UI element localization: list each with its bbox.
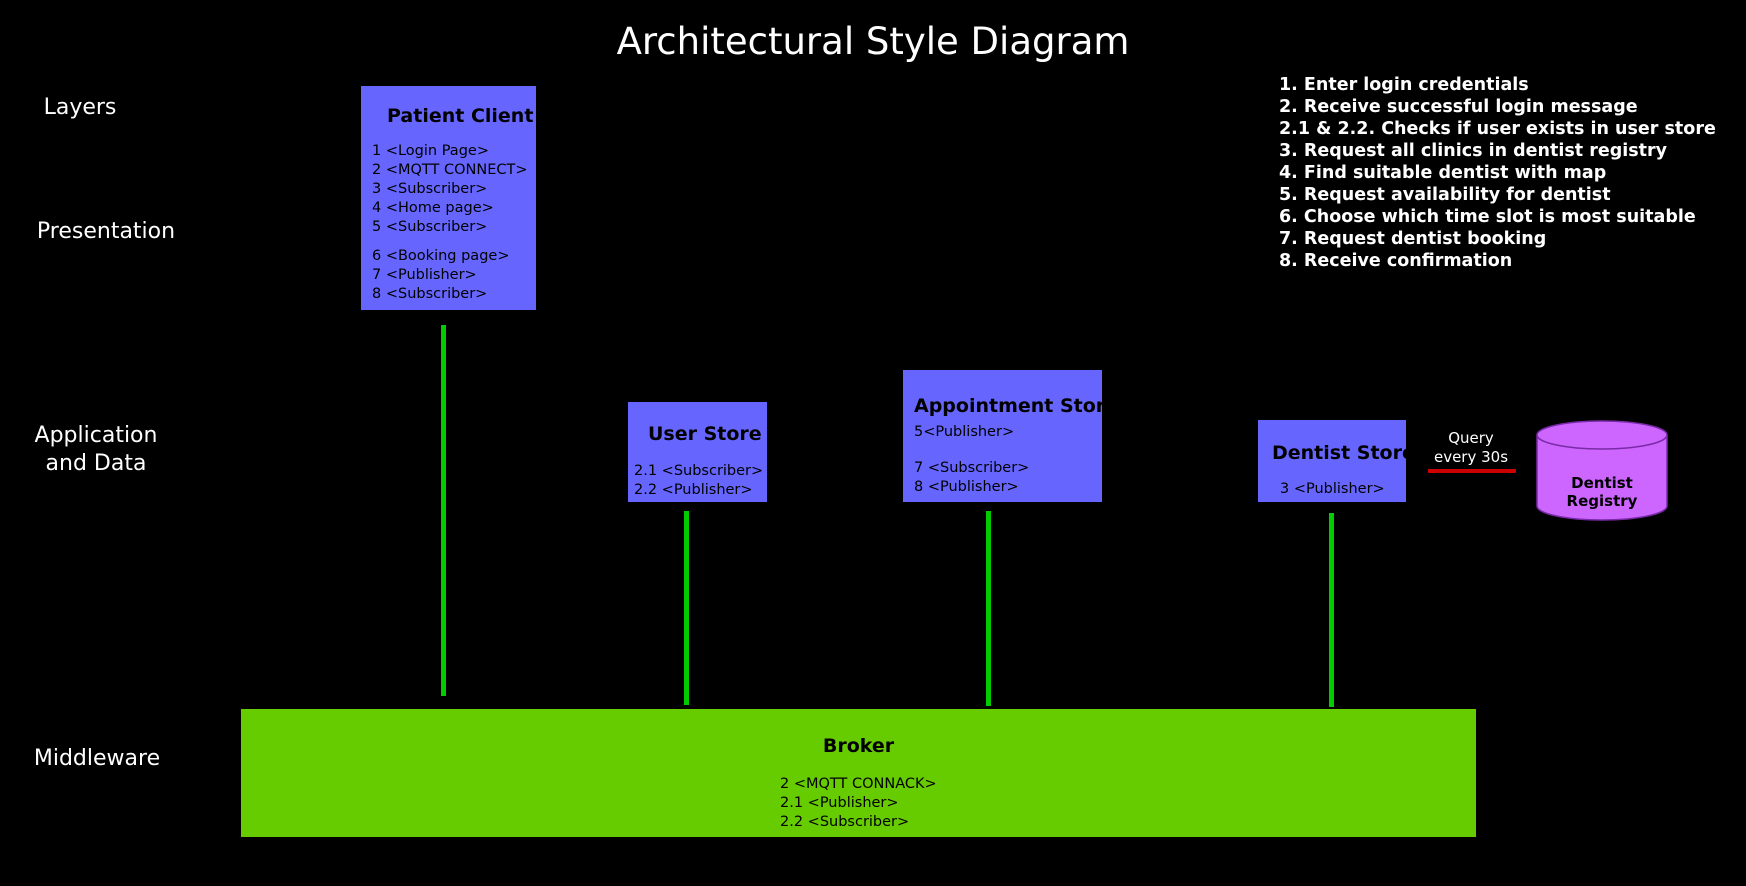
layer-presentation-label: Presentation	[36, 219, 176, 244]
query-label: Query every 30s	[1426, 429, 1516, 467]
layer-application-line1: Application	[34, 423, 158, 448]
step-item: 1. Enter login credentials	[1279, 75, 1529, 95]
dentist-store-title: Dentist Store	[1272, 442, 1415, 464]
dentist-store-node: Dentist Store 3 <Publisher>	[1258, 420, 1415, 502]
dentist-registry-label: Dentist Registry	[1566, 474, 1638, 510]
step-item: 2. Receive successful login message	[1279, 97, 1638, 117]
node-line: 2 <MQTT CONNACK>	[780, 776, 937, 792]
node-line: 3 <Publisher>	[1280, 481, 1385, 497]
step-item: 8. Receive confirmation	[1279, 251, 1513, 271]
node-line: 5<Publisher>	[914, 424, 1015, 440]
node-line: 2.1 <Subscriber>	[634, 463, 764, 479]
step-item: 5. Request availability for dentist	[1279, 185, 1611, 205]
appointment-store-node: Appointment Store 5<Publisher> 7 <Subscr…	[903, 370, 1118, 502]
broker-title: Broker	[822, 735, 895, 757]
node-line: 4 <Home page>	[372, 200, 494, 216]
appointment-store-title: Appointment Store	[914, 395, 1119, 417]
step-item: 6. Choose which time slot is most suitab…	[1279, 207, 1696, 227]
node-line: 2.1 <Publisher>	[780, 795, 899, 811]
diagram-title: Architectural Style Diagram	[616, 20, 1130, 63]
step-item: 4. Find suitable dentist with map	[1279, 163, 1607, 183]
user-store-title: User Store	[648, 423, 762, 445]
node-line: 8 <Publisher>	[914, 479, 1019, 495]
layer-application-label: Application and Data	[22, 422, 170, 478]
node-line: 7 <Subscriber>	[914, 460, 1030, 476]
appointment-store-lines: 5<Publisher> 7 <Subscriber> 8 <Publisher…	[914, 423, 1029, 497]
node-line: 7 <Publisher>	[372, 267, 477, 283]
broker-lines: 2 <MQTT CONNACK> 2.1 <Publisher> 2.2 <Su…	[780, 775, 937, 832]
layer-application-line2: and Data	[45, 451, 147, 476]
appointment-store-connector	[986, 511, 991, 706]
step-item: 7. Request dentist booking	[1279, 229, 1547, 249]
broker-node: Broker 2 <MQTT CONNACK> 2.1 <Publisher> …	[241, 709, 1476, 837]
dentist-store-lines: 3 <Publisher>	[1280, 480, 1385, 499]
node-line: 2.2 <Publisher>	[634, 482, 753, 498]
user-store-lines: 2.1 <Subscriber> 2.2 <Publisher>	[634, 462, 763, 500]
node-line: 2.2 <Subscriber>	[780, 814, 910, 830]
layer-header-label: Layers	[43, 95, 117, 120]
layer-middleware-label: Middleware	[33, 746, 161, 771]
patient-client-node: Patient Client 1 <Login Page> 2 <MQTT CO…	[361, 86, 536, 310]
node-line: 8 <Subscriber>	[372, 286, 488, 302]
patient-client-title: Patient Client	[387, 105, 534, 127]
node-line: 2 <MQTT CONNECT>	[372, 162, 528, 178]
user-store-connector	[684, 511, 689, 705]
step-item: 3. Request all clinics in dentist regist…	[1279, 141, 1668, 161]
query-label-line2: every 30s	[1433, 448, 1509, 466]
query-label-line1: Query	[1448, 429, 1494, 447]
steps-list: 1. Enter login credentials 2. Receive su…	[1279, 74, 1716, 272]
user-store-node: User Store 2.1 <Subscriber> 2.2 <Publish…	[628, 402, 767, 502]
node-line: 3 <Subscriber>	[372, 181, 488, 197]
patient-client-lines: 1 <Login Page> 2 <MQTT CONNECT> 3 <Subsc…	[372, 142, 528, 304]
node-line: 5 <Subscriber>	[372, 219, 488, 235]
node-line: 6 <Booking page>	[372, 248, 510, 264]
patient-client-connector	[441, 325, 446, 696]
node-line: 1 <Login Page>	[372, 143, 489, 159]
step-item: 2.1 & 2.2. Checks if user exists in user…	[1279, 119, 1716, 139]
dentist-store-connector	[1329, 513, 1334, 707]
query-connector	[1428, 469, 1516, 473]
